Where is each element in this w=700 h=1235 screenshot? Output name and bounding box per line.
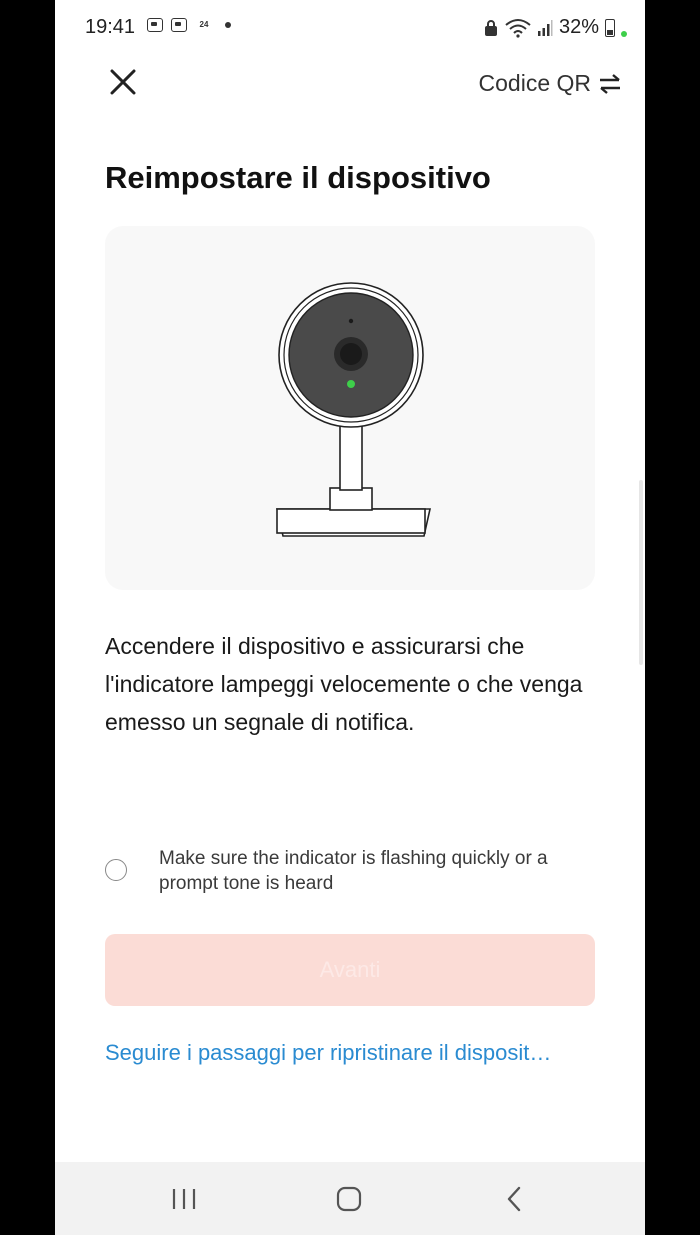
battery-icon [605, 18, 615, 37]
phone-screen: 19:41 24 32% Codice QR Reimpostare il di… [55, 0, 645, 1235]
instructions-text: Accendere il dispositivo e assicurarsi c… [105, 633, 583, 735]
system-nav-bar [55, 1162, 645, 1235]
camera-illustration [276, 282, 431, 537]
battery-percentage: 32% [558, 16, 599, 38]
more-notifications-icon [225, 22, 231, 28]
privacy-indicator-dot [621, 30, 627, 37]
status-notification-icons: 24 [147, 18, 231, 32]
screenshot-icon [171, 18, 187, 32]
recents-icon [172, 1189, 196, 1209]
status-time: 19:41 [85, 16, 136, 38]
confirm-checkbox-row[interactable]: Make sure the indicator is flashing quic… [105, 846, 605, 896]
signal-icon [537, 19, 553, 36]
home-button[interactable] [329, 1184, 369, 1214]
swap-icon [600, 73, 620, 94]
home-icon [336, 1186, 362, 1212]
qr-code-label: Codice QR [478, 70, 591, 96]
back-button[interactable] [495, 1184, 535, 1214]
scroll-indicator [639, 480, 643, 665]
wifi-icon [505, 18, 531, 38]
status-system-icons: 32% [483, 16, 627, 39]
confirm-label: Make sure the indicator is flashing quic… [159, 848, 548, 894]
recents-button[interactable] [165, 1184, 205, 1214]
close-icon [110, 69, 136, 95]
device-illustration-card [105, 226, 595, 590]
screenshot-icon [147, 18, 163, 32]
next-button[interactable]: Avanti [105, 934, 595, 1006]
page-title: Reimpostare il dispositivo [105, 160, 491, 195]
lock-icon [484, 19, 497, 36]
app-badge-icon: 24 [199, 20, 209, 29]
back-icon [507, 1186, 521, 1212]
reset-steps-link[interactable]: Seguire i passaggi per ripristinare il d… [105, 1040, 600, 1066]
confirm-radio[interactable] [105, 859, 127, 881]
qr-code-toggle[interactable]: Codice QR [479, 70, 621, 97]
close-button[interactable] [105, 64, 141, 100]
status-bar: 19:41 24 32% [55, 0, 645, 56]
